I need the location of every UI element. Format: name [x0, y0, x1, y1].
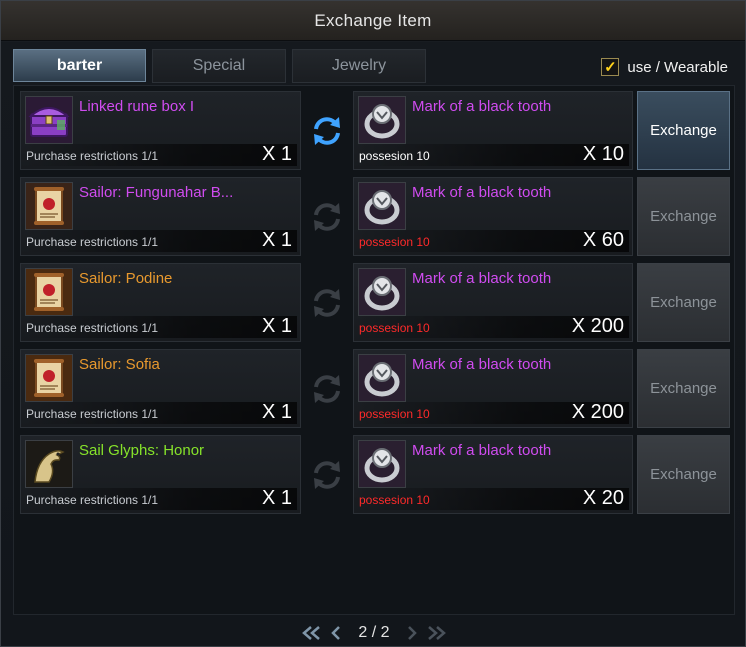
window-title: Exchange Item	[314, 10, 432, 30]
title-bar[interactable]: Exchange Item	[1, 1, 745, 41]
swap-arrows-icon	[307, 283, 347, 323]
possession-count: possesion 10	[359, 321, 430, 335]
exchange-button[interactable]: Exchange	[637, 263, 730, 342]
purchase-restriction: Purchase restrictions 1/1	[26, 149, 159, 163]
black-tooth-ring-icon	[358, 182, 406, 230]
get-item-slot[interactable]: Mark of a black tooth possesion 10 X 200	[353, 349, 633, 428]
page-indicator: 2 / 2	[358, 624, 390, 641]
exchange-row: Sailor: Sofia Purchase restrictions 1/1 …	[20, 349, 730, 429]
exchange-list: Linked rune box I Purchase restrictions …	[13, 85, 735, 615]
possession-count: possesion 10	[359, 235, 430, 249]
get-item-name: Mark of a black tooth	[412, 356, 552, 373]
give-quantity: X 1	[261, 143, 292, 165]
swap-arrows-icon	[307, 369, 347, 409]
give-item-slot[interactable]: Sailor: Podine Purchase restrictions 1/1…	[20, 263, 301, 342]
purple-chest-icon	[25, 96, 73, 144]
get-item-slot[interactable]: Mark of a black tooth possesion 10 X 20	[353, 435, 633, 514]
tab-special[interactable]: Special	[152, 49, 286, 83]
swap-arrows-icon	[307, 455, 347, 495]
tab-bar: barter Special Jewelry	[13, 49, 432, 83]
purchase-restriction: Purchase restrictions 1/1	[26, 235, 159, 249]
exchange-row: Sail Glyphs: Honor Purchase restrictions…	[20, 435, 730, 515]
get-item-slot[interactable]: Mark of a black tooth possesion 10 X 200	[353, 263, 633, 342]
exchange-button[interactable]: Exchange	[637, 91, 730, 170]
get-item-name: Mark of a black tooth	[412, 184, 552, 201]
give-item-name: Sailor: Fungunahar B...	[79, 184, 234, 201]
scroll-icon	[25, 182, 73, 230]
purchase-restriction: Purchase restrictions 1/1	[26, 407, 159, 421]
exchange-row: Sailor: Fungunahar B... Purchase restric…	[20, 177, 730, 257]
get-quantity: X 60	[582, 229, 624, 251]
give-item-name: Linked rune box I	[79, 98, 195, 115]
get-item-name: Mark of a black tooth	[412, 98, 552, 115]
prev-page-icon[interactable]	[324, 624, 348, 642]
black-tooth-ring-icon	[358, 354, 406, 402]
give-quantity: X 1	[261, 487, 292, 509]
give-item-slot[interactable]: Sailor: Sofia Purchase restrictions 1/1 …	[20, 349, 301, 428]
exchange-button[interactable]: Exchange	[637, 435, 730, 514]
eagle-glyph-icon	[25, 440, 73, 488]
wearable-checkbox[interactable]: ✓	[601, 58, 620, 76]
get-item-slot[interactable]: Mark of a black tooth possesion 10 X 60	[353, 177, 633, 256]
scroll-icon	[25, 354, 73, 402]
pagination: 2 / 2	[1, 621, 746, 645]
next-page-icon[interactable]	[400, 624, 424, 642]
purchase-restriction: Purchase restrictions 1/1	[26, 321, 159, 335]
tab-jewelry[interactable]: Jewelry	[292, 49, 426, 83]
exchange-row: Sailor: Podine Purchase restrictions 1/1…	[20, 263, 730, 343]
first-page-icon[interactable]	[300, 624, 324, 642]
swap-arrows-icon	[307, 197, 347, 237]
get-item-name: Mark of a black tooth	[412, 442, 552, 459]
get-item-name: Mark of a black tooth	[412, 270, 552, 287]
black-tooth-ring-icon	[358, 440, 406, 488]
give-item-name: Sailor: Sofia	[79, 356, 160, 373]
check-icon: ✓	[604, 58, 617, 76]
exchange-window: Exchange Item barter Special Jewelry ✓ u…	[0, 0, 746, 647]
exchange-button[interactable]: Exchange	[637, 177, 730, 256]
give-item-slot[interactable]: Sailor: Fungunahar B... Purchase restric…	[20, 177, 301, 256]
give-quantity: X 1	[261, 229, 292, 251]
exchange-button[interactable]: Exchange	[637, 349, 730, 428]
give-item-name: Sail Glyphs: Honor	[79, 442, 205, 459]
possession-count: possesion 10	[359, 407, 430, 421]
exchange-row: Linked rune box I Purchase restrictions …	[20, 91, 730, 171]
black-tooth-ring-icon	[358, 96, 406, 144]
get-quantity: X 10	[582, 143, 624, 165]
swap-arrows-icon	[307, 111, 347, 151]
wearable-label: use / Wearable	[627, 58, 728, 76]
get-quantity: X 200	[571, 401, 624, 423]
tab-barter[interactable]: barter	[13, 49, 146, 82]
get-item-slot[interactable]: Mark of a black tooth possesion 10 X 10	[353, 91, 633, 170]
purchase-restriction: Purchase restrictions 1/1	[26, 493, 159, 507]
give-quantity: X 1	[261, 315, 292, 337]
get-quantity: X 200	[571, 315, 624, 337]
possession-count: possesion 10	[359, 493, 430, 507]
give-quantity: X 1	[261, 401, 292, 423]
get-quantity: X 20	[582, 487, 624, 509]
last-page-icon[interactable]	[424, 624, 448, 642]
wearable-filter[interactable]: ✓ use / Wearable	[601, 56, 728, 78]
black-tooth-ring-icon	[358, 268, 406, 316]
give-item-slot[interactable]: Sail Glyphs: Honor Purchase restrictions…	[20, 435, 301, 514]
possession-count: possesion 10	[359, 149, 430, 163]
give-item-slot[interactable]: Linked rune box I Purchase restrictions …	[20, 91, 301, 170]
scroll-icon	[25, 268, 73, 316]
give-item-name: Sailor: Podine	[79, 270, 173, 287]
